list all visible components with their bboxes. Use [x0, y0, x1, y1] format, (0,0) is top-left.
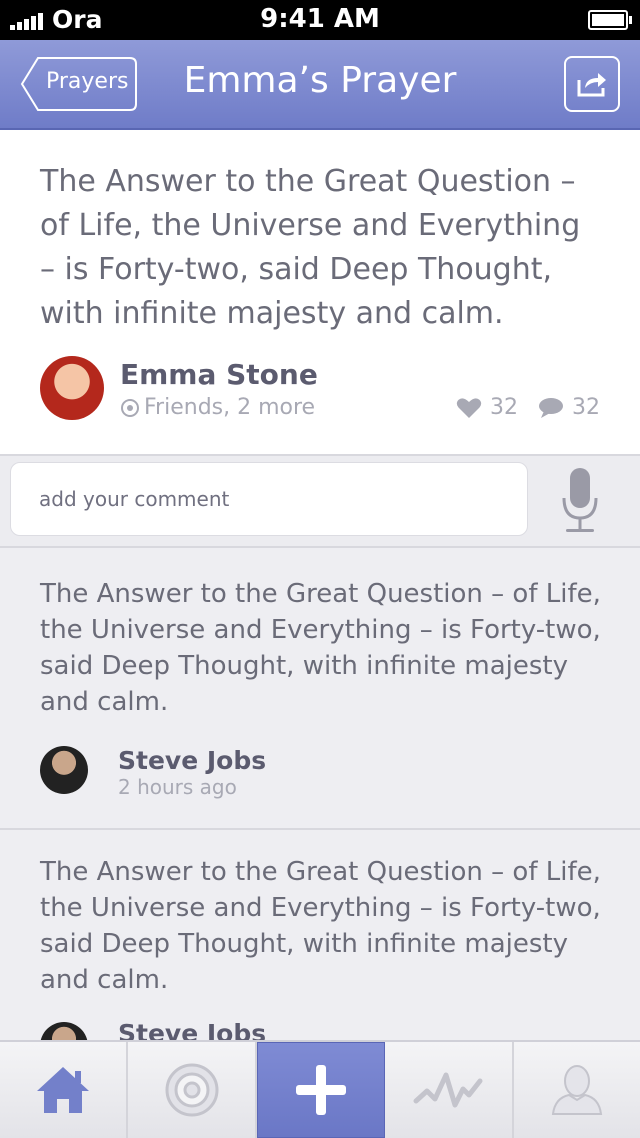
avatar[interactable]: [40, 746, 88, 794]
comment-text: The Answer to the Great Question – of Li…: [40, 857, 601, 995]
tab-bar: [0, 1040, 640, 1138]
comment-author[interactable]: Steve Jobs: [118, 746, 266, 775]
share-button[interactable]: [564, 56, 620, 112]
like-button[interactable]: 32: [456, 395, 518, 420]
comment-input[interactable]: [10, 462, 528, 536]
share-icon: [577, 73, 606, 97]
add-icon: [296, 1065, 347, 1115]
tab-add[interactable]: [256, 1042, 386, 1138]
comment-item: The Answer to the Great Question – of Li…: [0, 548, 640, 830]
comment-count-button[interactable]: 32: [538, 395, 600, 420]
prayer-text: The Answer to the Great Question – of Li…: [40, 164, 581, 331]
prayer-post: The Answer to the Great Question – of Li…: [0, 130, 640, 456]
profile-icon: [551, 1065, 602, 1115]
tab-activity[interactable]: [385, 1042, 514, 1138]
activity-icon: [413, 1072, 483, 1108]
page-title: Emma’s Prayer: [183, 60, 457, 101]
back-button[interactable]: Prayers: [20, 56, 138, 112]
audience-text: Friends, 2 more: [144, 395, 316, 420]
microphone-icon: [562, 468, 598, 532]
status-time: 9:41 AM: [260, 4, 380, 34]
status-bar: Ora 9:41 AM: [0, 0, 640, 40]
heart-icon: [456, 397, 482, 418]
target-icon: [165, 1063, 219, 1117]
navigation-bar: Prayers Emma’s Prayer: [0, 40, 640, 130]
comment-count: 32: [572, 395, 600, 420]
avatar[interactable]: [40, 356, 104, 420]
post-stats: 32 32: [456, 395, 600, 420]
like-count: 32: [490, 395, 518, 420]
tab-profile[interactable]: [514, 1042, 640, 1138]
back-button-label: Prayers: [46, 69, 129, 94]
comment-bar: [0, 456, 640, 548]
battery-icon: [588, 10, 632, 30]
author-name[interactable]: Emma Stone: [120, 358, 318, 391]
tab-target[interactable]: [128, 1042, 257, 1138]
home-icon: [37, 1067, 90, 1113]
comment-time: 2 hours ago: [118, 775, 237, 799]
comment-icon: [539, 397, 563, 418]
audience-label[interactable]: Friends, 2 more: [120, 395, 315, 420]
audience-icon: [121, 398, 139, 417]
microphone-button[interactable]: [560, 466, 600, 536]
tab-home[interactable]: [0, 1042, 129, 1138]
comment-text: The Answer to the Great Question – of Li…: [40, 579, 601, 717]
